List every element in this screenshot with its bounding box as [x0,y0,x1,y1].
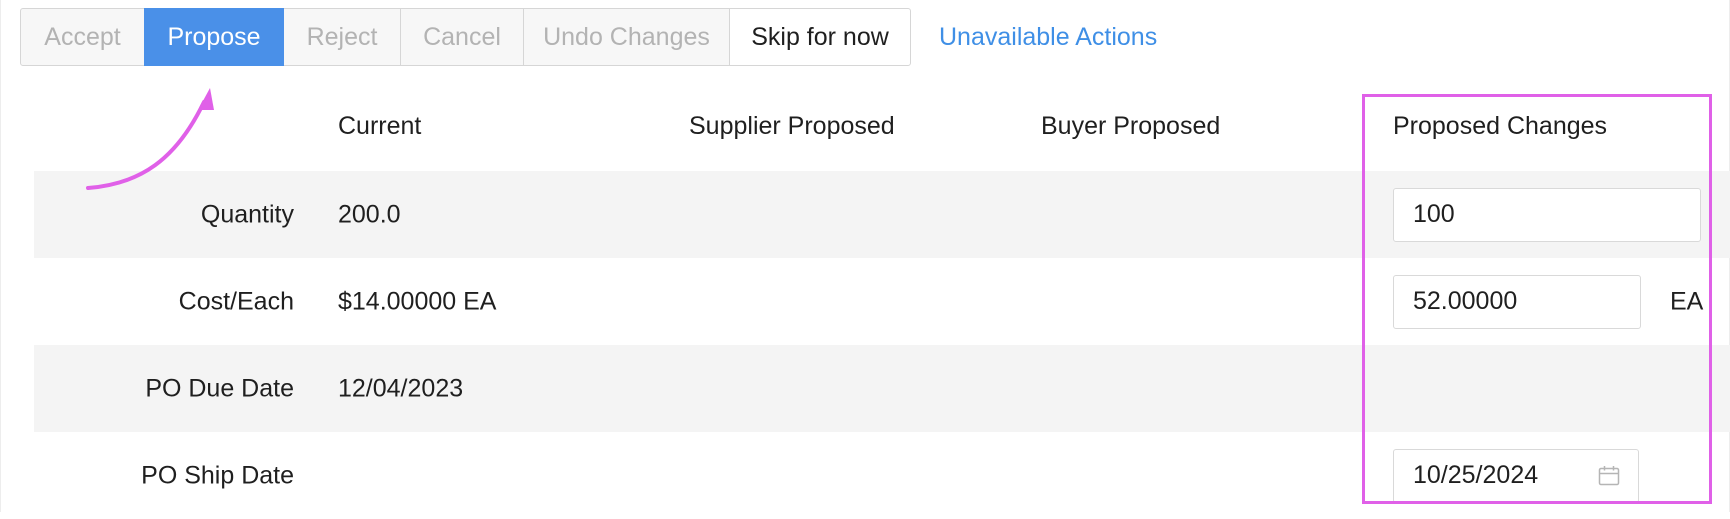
calendar-icon[interactable] [1598,465,1620,487]
cost-each-unit: EA [1670,287,1704,315]
row-label-po-ship-date: PO Ship Date [141,461,294,489]
column-header-buyer-proposed: Buyer Proposed [1041,112,1221,140]
po-ship-date-input-value: 10/25/2024 [1413,461,1539,489]
cancel-button[interactable]: Cancel [400,8,524,66]
table-row-quantity: Quantity 200.0 100 [34,171,1730,258]
row-label-po-due-date: PO Due Date [145,374,294,402]
row-label-quantity: Quantity [200,200,294,228]
table-row-po-ship-date: PO Ship Date 10/25/2024 [34,432,1730,519]
unavailable-actions-link[interactable]: Unavailable Actions [939,8,1157,66]
reject-button[interactable]: Reject [283,8,401,66]
table-row-po-due-date: PO Due Date 12/04/2023 [34,345,1730,432]
column-header-supplier-proposed: Supplier Proposed [689,112,895,140]
row-label-cost-each: Cost/Each [178,287,294,315]
quantity-input-value: 100 [1413,200,1455,228]
current-quantity-value: 200.0 [338,200,401,228]
action-toolbar: Accept Propose Reject Cancel Undo Change… [20,8,1157,66]
propose-button[interactable]: Propose [144,8,284,66]
column-header-current: Current [338,112,422,140]
current-po-due-date-value: 12/04/2023 [338,374,464,402]
quantity-input[interactable]: 100 [1393,187,1701,242]
current-cost-each-value: $14.00000 EA [338,287,497,315]
skip-for-now-button[interactable]: Skip for now [729,8,911,66]
po-ship-date-input[interactable]: 10/25/2024 [1393,448,1639,503]
accept-button[interactable]: Accept [20,8,145,66]
cost-each-input[interactable]: 52.00000 [1393,274,1641,329]
cost-each-input-value: 52.00000 [1413,287,1518,315]
undo-changes-button[interactable]: Undo Changes [523,8,730,66]
table-row-cost-each: Cost/Each $14.00000 EA 52.00000 EA [34,258,1730,345]
column-header-proposed-changes: Proposed Changes [1393,112,1608,140]
